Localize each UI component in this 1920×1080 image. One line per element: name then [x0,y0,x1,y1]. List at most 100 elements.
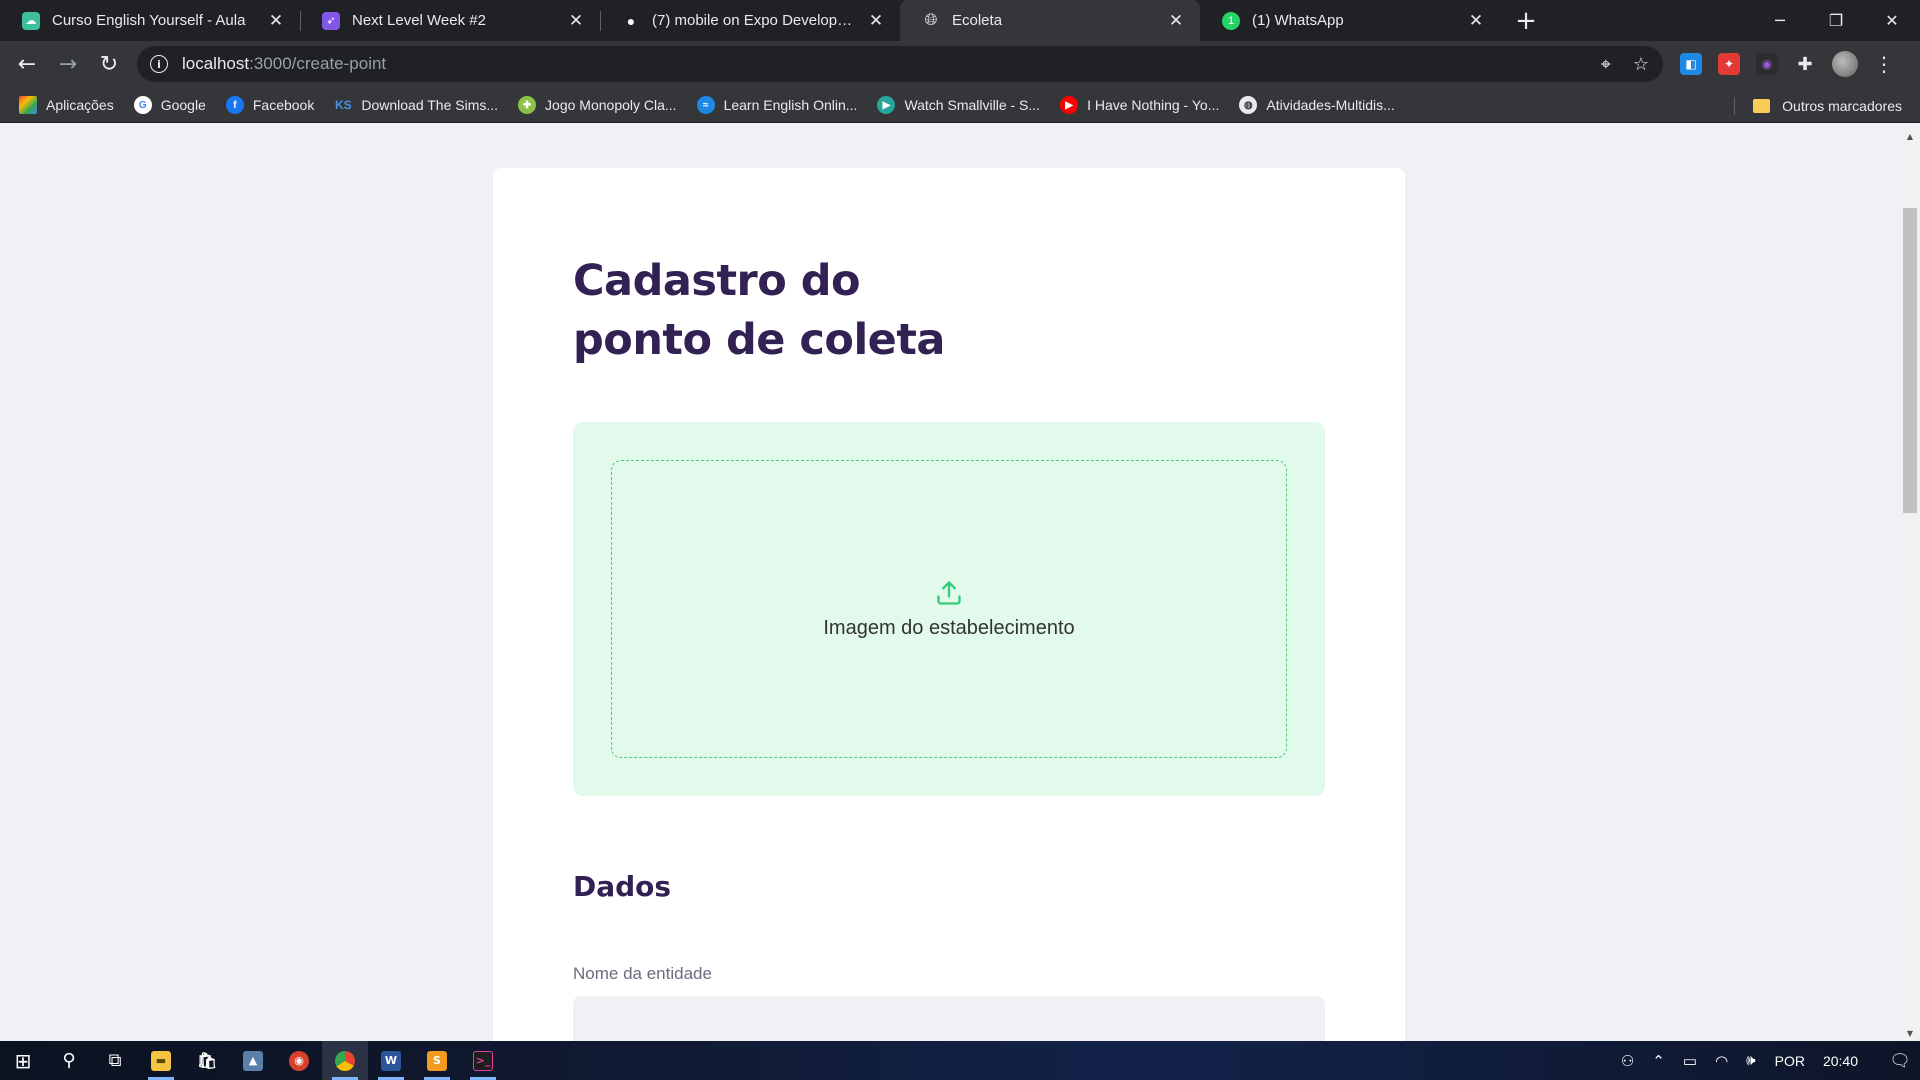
profile-avatar[interactable] [1832,51,1858,77]
bookmark-atividades[interactable]: ◍ Atividades-Multidis... [1239,96,1395,114]
windows-start-icon[interactable]: ⊞ [0,1041,46,1080]
word-icon[interactable]: W [368,1041,414,1080]
tab-ecoleta[interactable]: 🌐︎ Ecoleta ✕ [900,0,1200,41]
address-bar[interactable]: i localhost:3000/create-point ⌖ ☆ [137,46,1663,82]
tab-close-icon[interactable]: ✕ [1466,11,1486,31]
page-title-line2: ponto de coleta [573,315,945,365]
minimize-icon[interactable]: ─ [1752,0,1808,40]
url-host: localhost [182,54,250,73]
reload-icon[interactable]: ↻ [91,47,127,83]
ks-icon: KS [335,98,352,112]
browser-tab-strip: ☁ Curso English Yourself - Aula ✕ ➶ Next… [0,0,1920,41]
battery-icon[interactable]: ▭ [1683,1052,1697,1070]
expo-favicon-icon: ● [626,12,636,29]
terminal-icon[interactable]: >_ [460,1041,506,1080]
bookmark-label: Watch Smallville - S... [904,97,1041,113]
store-icon[interactable]: 🛍︎ [184,1041,230,1080]
bookmark-google[interactable]: G Google [133,96,206,114]
url-path: :3000/create-point [249,54,387,73]
wave-icon: ≈ [696,96,715,114]
location-icon[interactable]: ⌖ [1601,54,1611,75]
file-explorer-icon[interactable]: ▬ [138,1041,184,1080]
globe-favicon-icon: 🌐︎ [924,11,938,29]
tab-title: Ecoleta [952,12,1003,29]
bookmark-label: Facebook [252,97,315,113]
other-bookmarks-folder[interactable]: Outros marcadores [1753,88,1902,123]
extensions-area: ◧ ✦ ◉ ✚ ⋮ [1680,46,1894,82]
bookmark-facebook[interactable]: f Facebook [225,96,315,114]
tab-close-icon[interactable]: ✕ [1166,11,1186,31]
tab-expo-developer-tools[interactable]: ● (7) mobile on Expo Developer Tools ✕ [600,0,900,41]
new-tab-button[interactable]: + [1506,0,1546,41]
youtube-icon: ▶ [1060,96,1079,114]
tab-close-icon[interactable]: ✕ [266,11,286,31]
dropzone-label: Imagem do estabelecimento [823,616,1075,639]
sublime-icon[interactable]: S [414,1041,460,1080]
extension-red-icon[interactable]: ✦ [1718,53,1740,75]
extensions-puzzle-icon[interactable]: ✚ [1794,53,1816,75]
entity-name-label: Nome da entidade [573,964,712,983]
bookmark-jogo-monopoly[interactable]: ✚ Jogo Monopoly Cla... [518,96,677,114]
tab-next-level-week[interactable]: ➶ Next Level Week #2 ✕ [300,0,600,41]
scroll-up-arrow-icon[interactable]: ▲ [1900,128,1920,144]
bookmark-label: Google [160,97,206,113]
notifications-icon[interactable]: 🗨︎ [1880,1051,1920,1071]
section-title-dados: Dados [573,870,672,903]
extension-dark-icon[interactable]: ◉ [1756,53,1778,75]
scroll-down-arrow-icon[interactable]: ▼ [1900,1025,1920,1041]
bookmark-label: Aplicações [46,97,114,113]
task-view-icon[interactable]: ⧉ [92,1041,138,1080]
bookmark-label: Atividades-Multidis... [1266,97,1395,113]
image-dropzone[interactable]: Imagem do estabelecimento [573,422,1325,796]
tab-whatsapp[interactable]: 1 (1) WhatsApp ✕ [1200,0,1500,41]
google-icon: G [133,96,152,114]
folder-icon [1753,98,1771,113]
bookmark-label: I Have Nothing - Yo... [1087,97,1220,113]
tab-title: Next Level Week #2 [352,12,486,29]
back-arrow-icon[interactable]: ← [9,47,45,83]
tab-close-icon[interactable]: ✕ [566,11,586,31]
bookmark-download-sims[interactable]: KS Download The Sims... [334,96,498,114]
rocket-favicon-icon: ➶ [322,11,340,30]
volume-icon[interactable]: 🕪︎ [1746,1052,1755,1069]
bookmark-i-have-nothing[interactable]: ▶ I Have Nothing - Yo... [1060,96,1219,114]
cloud-favicon-icon: ☁ [22,11,40,30]
input-language[interactable]: POR [1775,1053,1805,1069]
photos-icon[interactable]: ▲ [230,1041,276,1080]
bookmark-watch-smallville[interactable]: ▶ Watch Smallville - S... [877,96,1040,114]
bookmark-aplicacoes[interactable]: Aplicações [19,96,114,114]
url-text[interactable]: localhost:3000/create-point [182,54,386,74]
page-title: Cadastro do ponto de coleta [573,252,945,370]
tab-title: (7) mobile on Expo Developer Tools [652,12,860,29]
close-window-icon[interactable]: ✕ [1864,0,1920,40]
bookmark-label: Learn English Onlin... [723,97,858,113]
tab-curso-english[interactable]: ☁ Curso English Yourself - Aula ✕ [0,0,300,41]
tab-close-icon[interactable]: ✕ [866,11,886,31]
chevron-up-icon[interactable]: ⌃ [1652,1052,1665,1070]
tab-title: Curso English Yourself - Aula [52,12,246,29]
forward-arrow-icon[interactable]: → [50,47,86,83]
play-icon: ▶ [877,96,896,114]
chrome-taskbar-icon[interactable] [322,1041,368,1080]
page-scrollbar[interactable]: ▲ ▼ [1900,128,1920,1041]
clock[interactable]: 20:40 [1823,1053,1858,1069]
search-icon[interactable]: ⚲ [46,1041,92,1080]
bookmark-learn-english[interactable]: ≈ Learn English Onlin... [696,96,858,114]
browser-menu-icon[interactable]: ⋮ [1874,52,1894,76]
whatsapp-favicon-icon: 1 [1222,11,1240,30]
create-point-form: Cadastro do ponto de coleta Imagem do es… [493,168,1405,1041]
bookmark-label: Jogo Monopoly Cla... [545,97,677,113]
bookmark-star-icon[interactable]: ☆ [1633,54,1649,75]
people-icon[interactable]: ⚇ [1621,1052,1634,1070]
bookmarks-bar: Aplicações G Google f Facebook KS Downlo… [0,88,1920,123]
app-red-icon[interactable]: ◉ [276,1041,322,1080]
wifi-icon[interactable]: ◠ [1715,1052,1728,1070]
entity-name-input[interactable] [573,996,1325,1041]
restore-icon[interactable]: ❐ [1808,0,1864,40]
bookmark-label: Download The Sims... [361,97,499,113]
page-title-line1: Cadastro do [573,256,861,306]
scrollbar-thumb[interactable] [1903,208,1917,513]
dropzone-dashed-area[interactable]: Imagem do estabelecimento [611,460,1287,758]
site-info-icon[interactable]: i [150,55,168,73]
extension-blue-icon[interactable]: ◧ [1680,53,1702,75]
